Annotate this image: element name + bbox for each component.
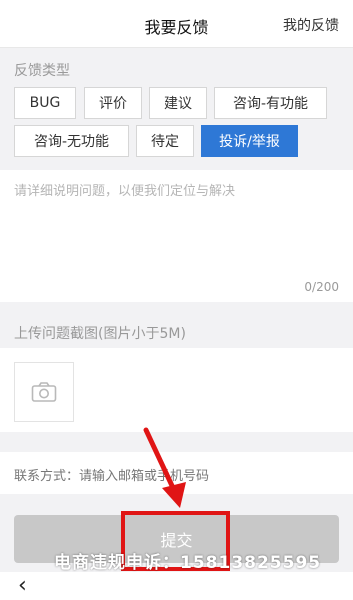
type-chip-suggestion[interactable]: 建议 xyxy=(149,87,207,119)
upload-screenshot-button[interactable] xyxy=(14,362,74,422)
watermark-text: 电商违规申诉：15813825595 xyxy=(54,553,322,573)
char-counter: 0/200 xyxy=(304,280,339,294)
red-arrow-icon xyxy=(143,427,186,508)
type-chip-inquiry-without-feature[interactable]: 咨询-无功能 xyxy=(14,125,129,157)
upload-label: 上传问题截图(图片小于5M) xyxy=(14,326,186,342)
description-textarea[interactable]: 请详细说明问题，以便我们定位与解决 0/200 xyxy=(0,170,353,302)
feedback-type-label: 反馈类型 xyxy=(14,63,70,79)
type-chip-bug[interactable]: BUG xyxy=(14,87,76,119)
bottom-bar: ‹ xyxy=(0,572,353,600)
type-chip-pending[interactable]: 待定 xyxy=(136,125,194,157)
description-placeholder: 请详细说明问题，以便我们定位与解决 xyxy=(14,184,236,199)
header-bar: 我要反馈 我的反馈 xyxy=(0,0,353,48)
my-feedback-link[interactable]: 我的反馈 xyxy=(283,15,339,35)
type-chip-inquiry-with-feature[interactable]: 咨询-有功能 xyxy=(214,87,327,119)
type-chip-review[interactable]: 评价 xyxy=(84,87,142,119)
chevron-left-icon[interactable]: ‹ xyxy=(18,574,27,598)
type-chip-complaint-report[interactable]: 投诉/举报 xyxy=(201,125,298,157)
camera-icon xyxy=(31,382,57,402)
